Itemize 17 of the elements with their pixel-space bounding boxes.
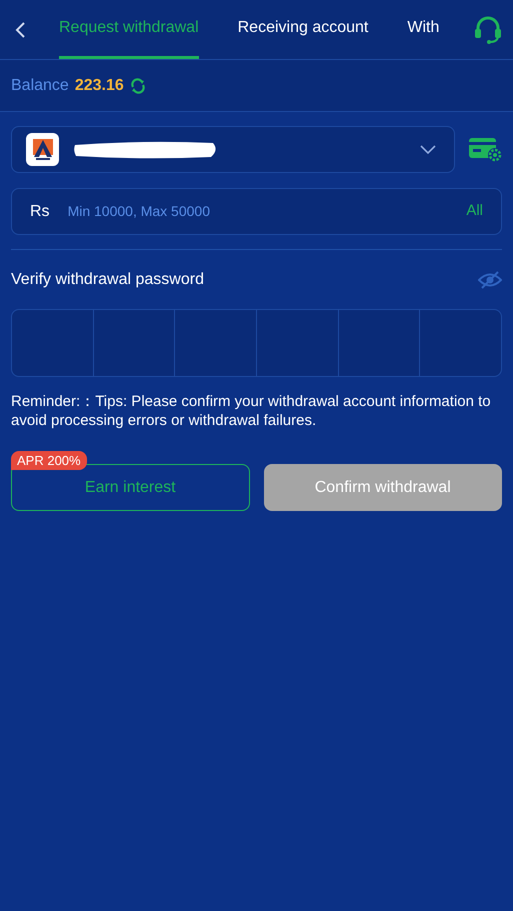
card-settings-icon[interactable] (469, 136, 502, 162)
password-label: Verify withdrawal password (11, 270, 204, 290)
balance-label: Balance (11, 76, 69, 96)
password-field[interactable] (11, 309, 502, 377)
tab[interactable]: Receiving account (238, 0, 368, 59)
amount-field[interactable]: Rs Min 10000, Max 50000 All (11, 188, 502, 235)
bank-logo-icon (26, 133, 59, 166)
all-button[interactable]: All (466, 200, 483, 223)
reminder-text: Reminder:：Tips: Please confirm your withdrawal account information to avoid processing errors or withdrawal failures. (11, 392, 492, 430)
apr-badge: APR 200% (11, 451, 87, 470)
refresh-icon[interactable] (130, 78, 146, 94)
chevron-down-icon (420, 144, 436, 154)
currency-label: Rs (30, 202, 50, 222)
headset-icon[interactable] (473, 16, 503, 44)
account-select[interactable] (11, 126, 455, 173)
balance-amount: 223.16 (74, 76, 124, 96)
tab[interactable]: With (407, 0, 440, 59)
